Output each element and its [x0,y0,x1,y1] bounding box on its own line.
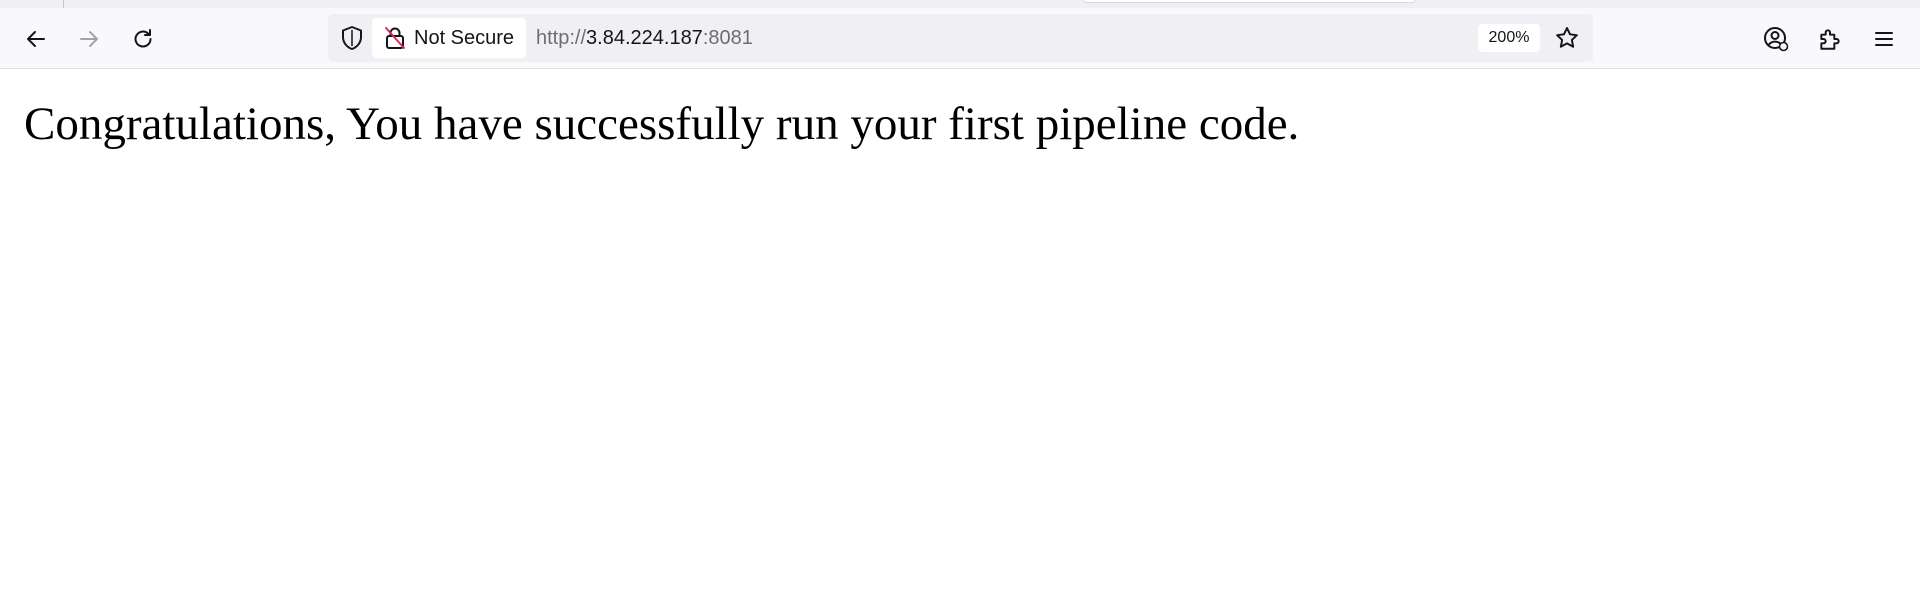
tracking-protection-button[interactable] [338,24,366,52]
arrow-left-icon [27,31,45,47]
lock-slashed-icon [385,27,405,49]
url-port: :8081 [702,27,753,49]
extensions-button[interactable] [1812,22,1848,56]
tab-strip [0,0,1920,8]
popup-panel-edge [1083,0,1415,3]
url-bar[interactable]: Not Secure http://3.84.224.187:8081 200% [328,14,1593,62]
reload-button[interactable] [125,22,161,56]
account-button[interactable] [1758,22,1794,56]
app-menu-button[interactable] [1866,22,1902,56]
zoom-reset-button[interactable]: 200% [1478,24,1540,52]
reload-icon [134,29,152,48]
shield-icon [342,26,362,50]
security-label: Not Secure [414,26,515,49]
account-icon [1764,27,1789,52]
arrow-right-icon [80,31,98,47]
star-icon [1556,27,1578,48]
forward-button[interactable] [71,22,107,56]
url-text[interactable]: http://3.84.224.187:8081 [536,14,753,62]
url-host: 3.84.224.187 [586,27,703,49]
hamburger-menu-icon [1875,32,1893,46]
bookmark-button[interactable] [1550,22,1584,54]
navigation-toolbar: Not Secure http://3.84.224.187:8081 200% [0,8,1920,69]
back-button[interactable] [18,22,54,56]
tab-separator [63,0,64,8]
page-content: Congratulations, You have successfully r… [0,69,1920,607]
url-scheme: http:// [536,27,587,49]
extensions-icon [1820,29,1840,50]
site-security-indicator[interactable]: Not Secure [372,18,526,58]
success-message: Congratulations, You have successfully r… [24,98,1300,150]
